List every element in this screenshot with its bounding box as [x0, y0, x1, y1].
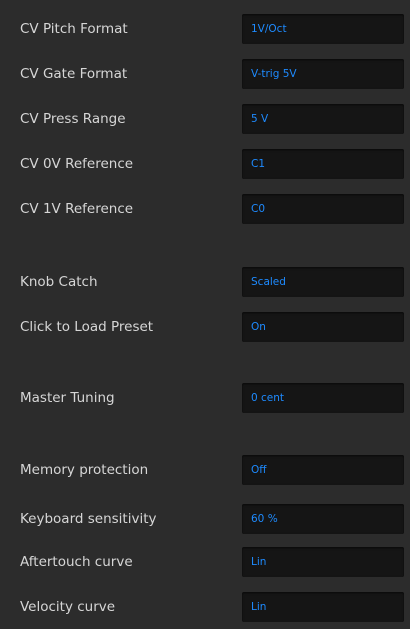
memory-protection-select[interactable]: Off — [242, 455, 404, 485]
click-to-load-preset-select[interactable]: On — [242, 312, 404, 342]
master-tuning-field[interactable]: 0 cent — [242, 383, 404, 413]
velocity-curve-select[interactable]: Lin — [242, 592, 404, 622]
setting-value: 1V/Oct — [251, 23, 287, 35]
setting-row-master-tuning: Master Tuning 0 cent — [0, 383, 410, 413]
setting-label: Click to Load Preset — [20, 319, 154, 335]
cv-1v-reference-select[interactable]: C0 — [242, 194, 404, 224]
setting-row-cv-1v-reference: CV 1V Reference C0 — [0, 194, 410, 224]
settings-panel: CV Pitch Format 1V/Oct CV Gate Format V-… — [0, 0, 410, 629]
knob-catch-select[interactable]: Scaled — [242, 267, 404, 297]
setting-label: CV Pitch Format — [20, 21, 128, 37]
setting-value: Scaled — [251, 276, 286, 288]
setting-value: 0 cent — [251, 392, 285, 404]
setting-label: CV Press Range — [20, 111, 126, 127]
setting-row-keyboard-sensitivity: Keyboard sensitivity 60 % — [0, 504, 410, 534]
setting-row-knob-catch: Knob Catch Scaled — [0, 267, 410, 297]
setting-label: Velocity curve — [20, 599, 116, 615]
cv-gate-format-select[interactable]: V-trig 5V — [242, 59, 404, 89]
setting-row-cv-press-range: CV Press Range 5 V — [0, 104, 410, 134]
setting-value: 60 % — [251, 513, 278, 525]
setting-label: Keyboard sensitivity — [20, 511, 157, 527]
setting-label: Master Tuning — [20, 390, 115, 406]
setting-value: Off — [251, 464, 267, 476]
setting-row-cv-pitch-format: CV Pitch Format 1V/Oct — [0, 14, 410, 44]
setting-value: V-trig 5V — [251, 68, 297, 80]
cv-press-range-select[interactable]: 5 V — [242, 104, 404, 134]
setting-value: Lin — [251, 601, 267, 613]
setting-row-aftertouch-curve: Aftertouch curve Lin — [0, 547, 410, 577]
setting-label: CV 0V Reference — [20, 156, 134, 172]
setting-label: Memory protection — [20, 462, 149, 478]
cv-0v-reference-select[interactable]: C1 — [242, 149, 404, 179]
aftertouch-curve-select[interactable]: Lin — [242, 547, 404, 577]
setting-value: C1 — [251, 158, 266, 170]
keyboard-sensitivity-field[interactable]: 60 % — [242, 504, 404, 534]
setting-value: On — [251, 321, 266, 333]
setting-value: 5 V — [251, 113, 269, 125]
setting-row-memory-protection: Memory protection Off — [0, 455, 410, 485]
setting-value: C0 — [251, 203, 266, 215]
setting-label: CV Gate Format — [20, 66, 128, 82]
setting-row-cv-0v-reference: CV 0V Reference C1 — [0, 149, 410, 179]
setting-label: CV 1V Reference — [20, 201, 134, 217]
setting-row-velocity-curve: Velocity curve Lin — [0, 592, 410, 622]
setting-value: Lin — [251, 556, 267, 568]
setting-label: Aftertouch curve — [20, 554, 133, 570]
setting-row-click-to-load-preset: Click to Load Preset On — [0, 312, 410, 342]
cv-pitch-format-select[interactable]: 1V/Oct — [242, 14, 404, 44]
setting-row-cv-gate-format: CV Gate Format V-trig 5V — [0, 59, 410, 89]
setting-label: Knob Catch — [20, 274, 98, 290]
